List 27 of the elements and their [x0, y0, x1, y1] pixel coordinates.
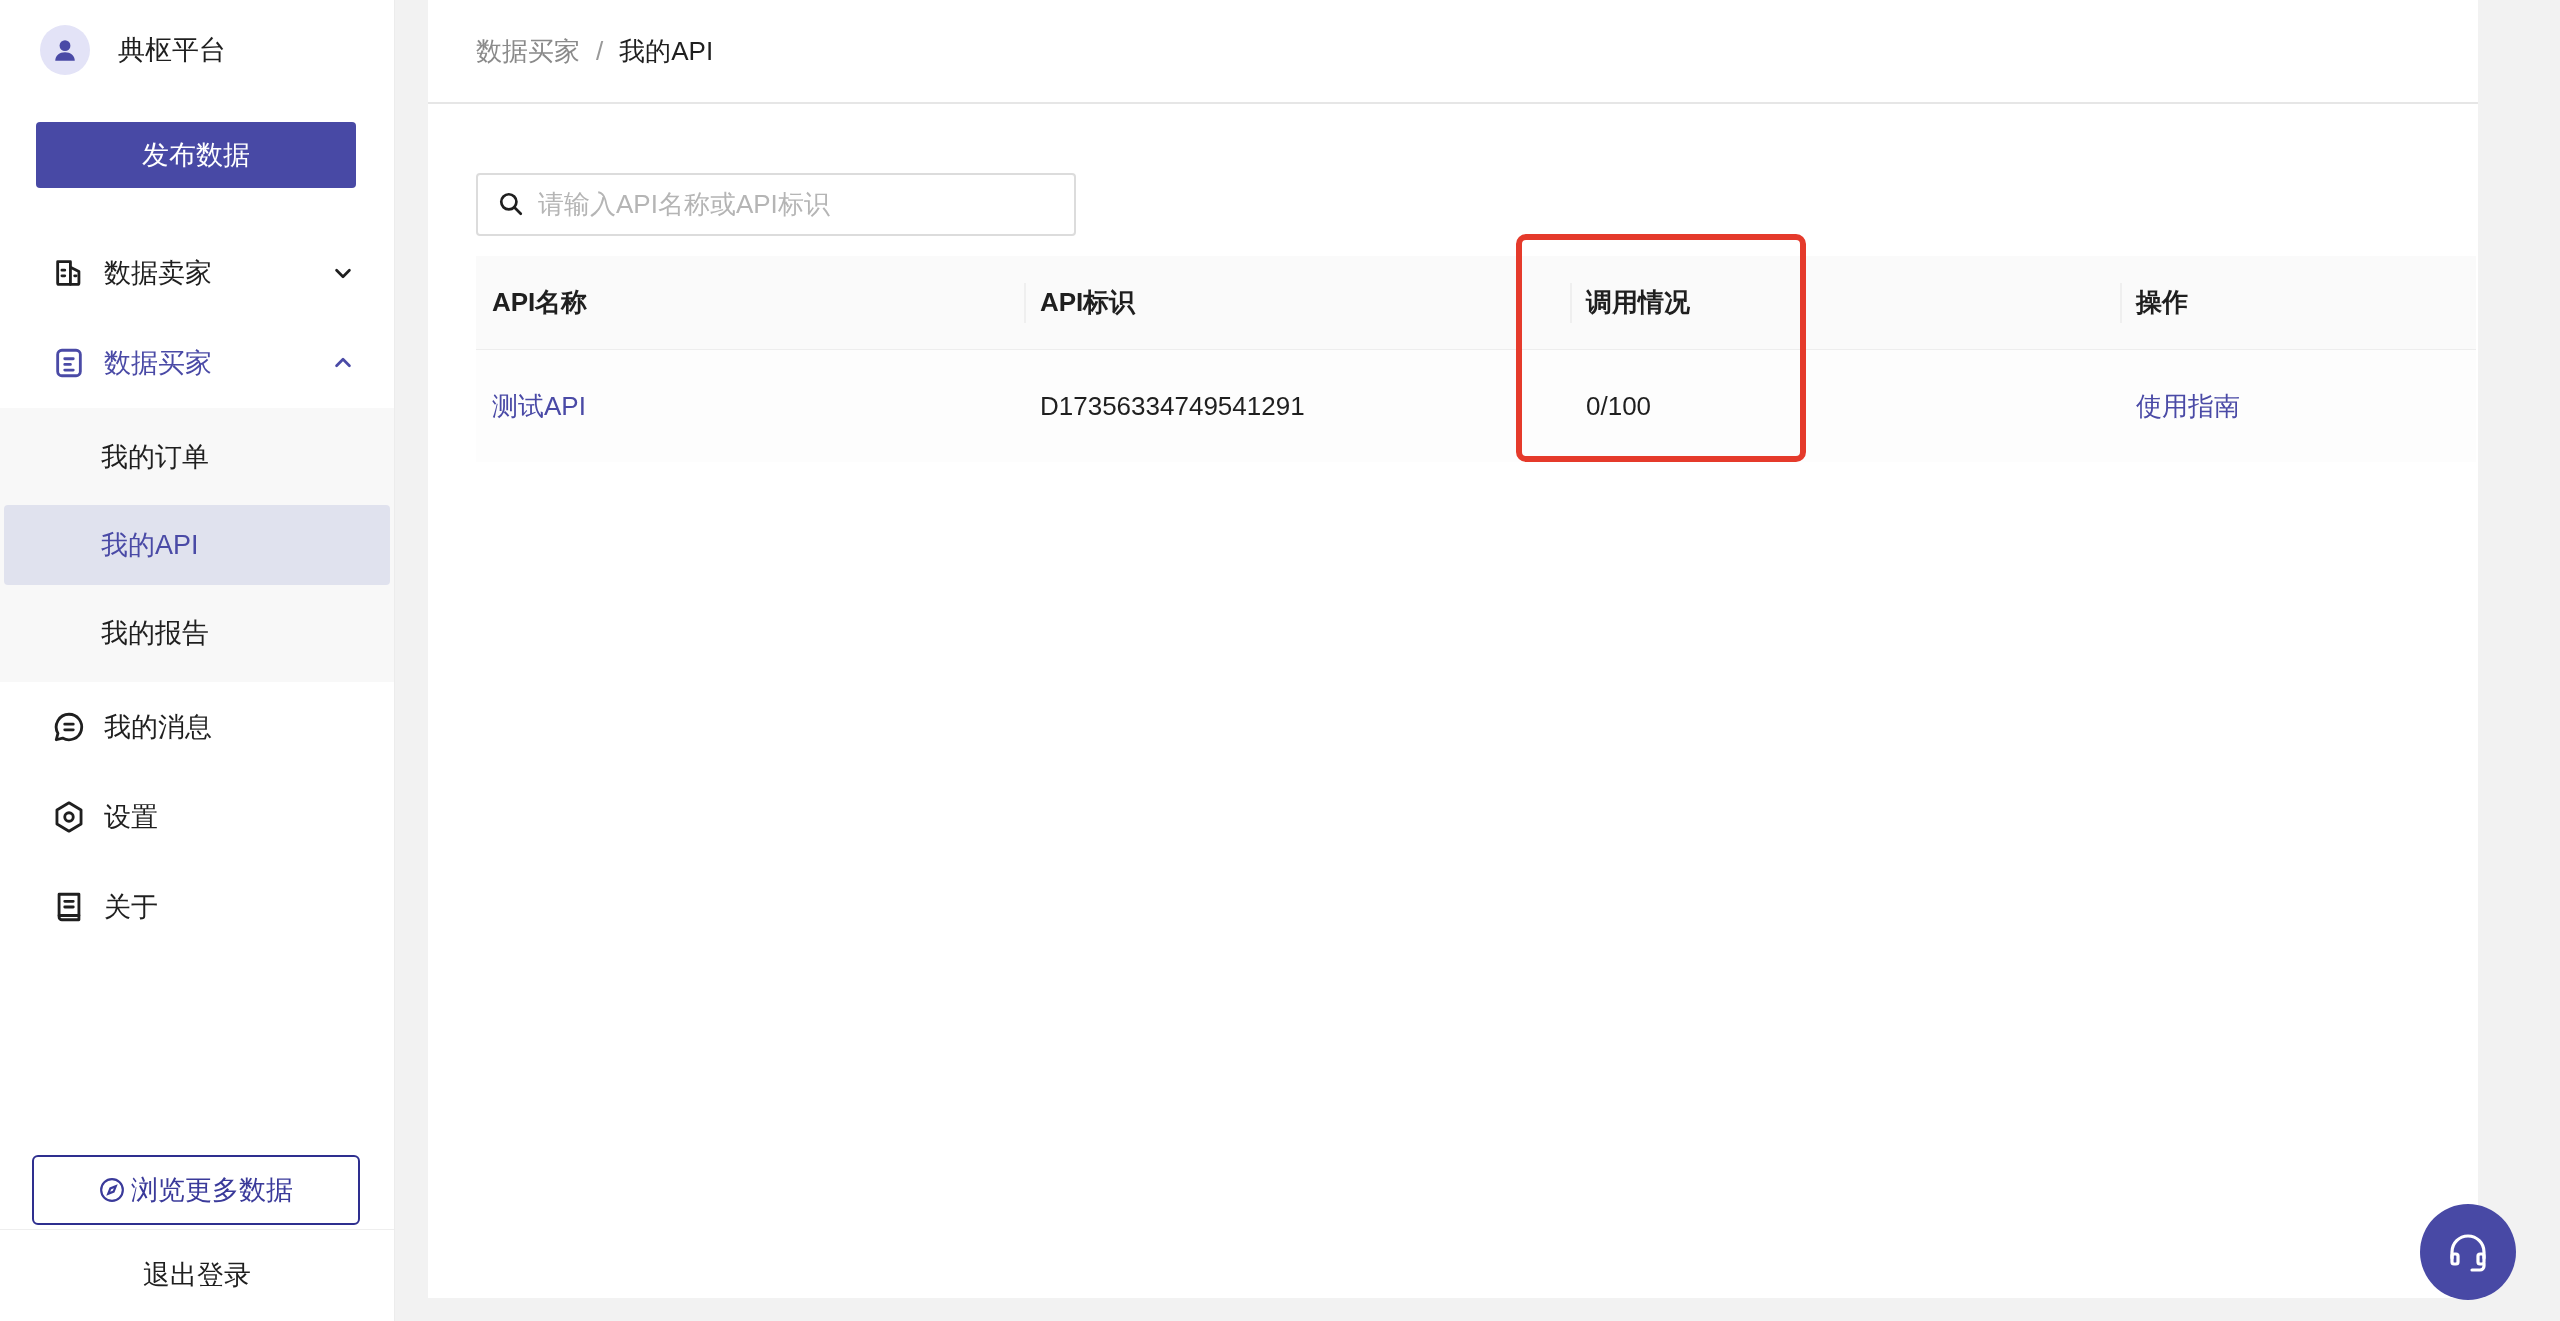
menu-item[interactable]: 关于 — [0, 862, 394, 952]
table-link[interactable]: 使用指南 — [2136, 390, 2240, 421]
brand-name: 典枢平台 — [118, 33, 226, 67]
column-header: 操作 — [2136, 286, 2188, 319]
compass-icon — [99, 1177, 125, 1203]
submenu-item[interactable]: 我的订单 — [4, 417, 390, 497]
menu-item[interactable]: 设置 — [0, 772, 394, 862]
table-cell: 0/100 — [1586, 390, 1652, 421]
search-icon — [498, 191, 524, 217]
browse-more-button[interactable]: 浏览更多数据 — [32, 1155, 360, 1225]
publish-button[interactable]: 发布数据 — [36, 122, 356, 188]
column-header: API名称 — [492, 286, 588, 319]
submenu-item[interactable]: 我的报告 — [4, 593, 390, 673]
breadcrumb-item: 我的API — [619, 34, 714, 68]
breadcrumb-separator: / — [596, 34, 604, 68]
search-field[interactable]: 请输入API名称或API标识 — [476, 173, 1076, 236]
chat-icon — [52, 710, 86, 744]
logout-button[interactable]: 退出登录 — [143, 1255, 251, 1296]
table-cell: D17356334749541291 — [1040, 390, 1305, 421]
column-header: 调用情况 — [1586, 286, 1690, 319]
avatar-icon — [40, 25, 90, 75]
column-header: API标识 — [1040, 286, 1136, 319]
table-link[interactable]: 测试API — [492, 390, 586, 421]
menu-item[interactable]: 数据卖家 — [0, 228, 394, 318]
submenu-item[interactable]: 我的API — [4, 505, 390, 585]
menu-item[interactable]: 数据买家 — [0, 318, 394, 408]
menu-item[interactable]: 我的消息 — [0, 682, 394, 772]
